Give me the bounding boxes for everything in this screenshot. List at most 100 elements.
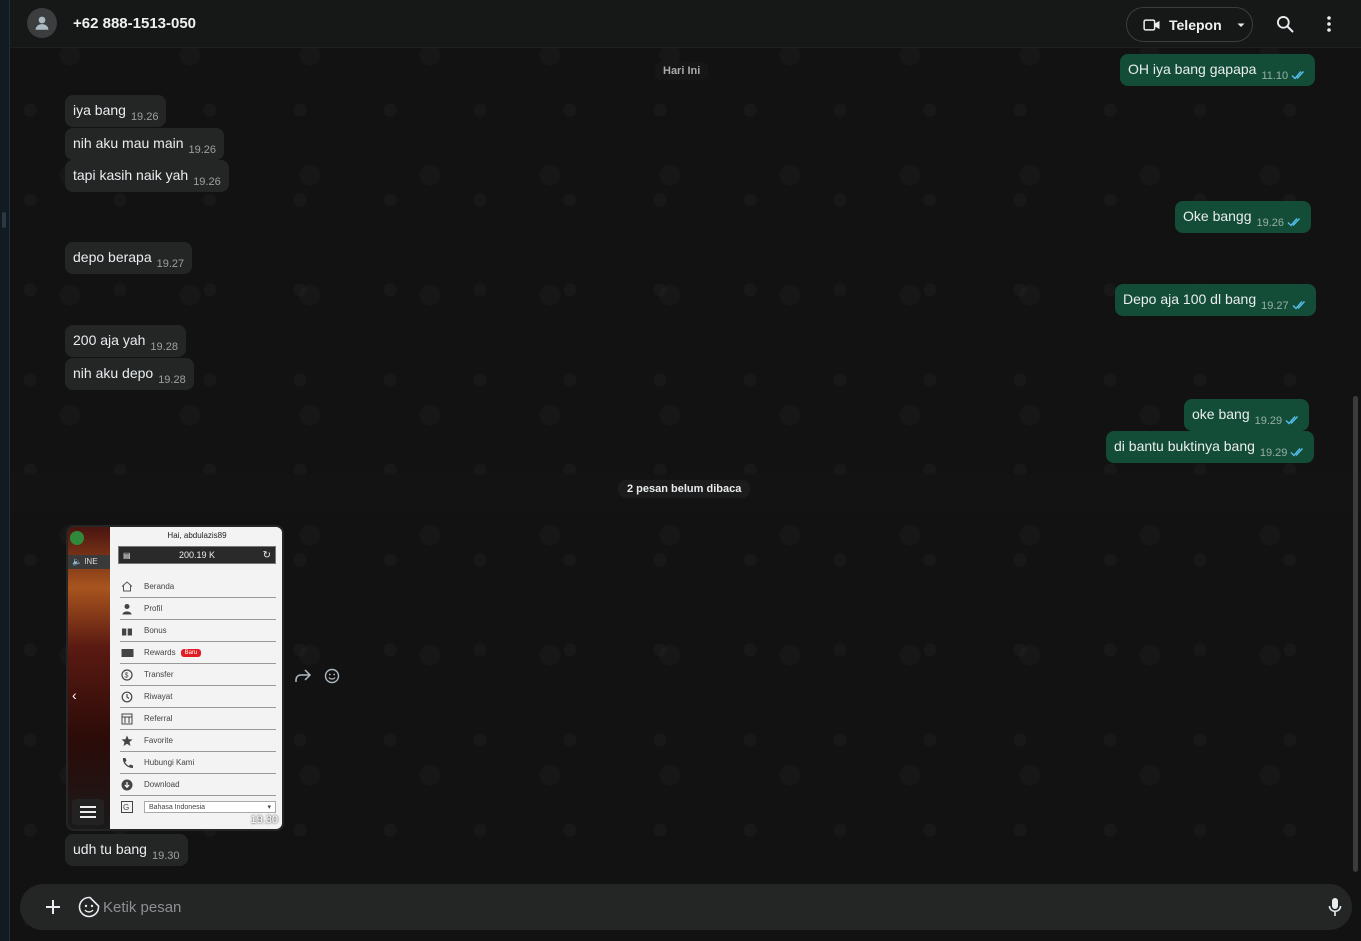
message-text: Depo aja 100 dl bang <box>1123 291 1257 307</box>
menu-row: Profil <box>120 598 276 620</box>
forward-icon[interactable] <box>294 668 312 684</box>
caret-down-icon: ▾ <box>267 804 271 811</box>
double-check-icon <box>1290 448 1304 457</box>
new-badge: Baru <box>180 648 202 657</box>
balance-box: ▤ 200.19 K ↻ <box>118 546 276 564</box>
menu-row: Favorite <box>120 730 276 752</box>
scrollbar-thumb[interactable] <box>1353 396 1358 872</box>
message-text: depo berapa <box>73 249 152 265</box>
message-text: tapi kasih naik yah <box>73 167 189 183</box>
referral-icon <box>120 713 134 725</box>
message-incoming[interactable]: 200 aja yah 19.28 <box>65 325 186 357</box>
message-text: nih aku depo <box>73 365 154 381</box>
svg-text:$: $ <box>125 672 129 679</box>
menu-row: Beranda <box>120 576 276 598</box>
call-button-label: Telepon <box>1169 16 1222 33</box>
sticker-icon[interactable] <box>78 896 100 918</box>
message-actions <box>294 668 340 684</box>
contact-name[interactable]: +62 888-1513-050 <box>73 15 196 32</box>
message-composer <box>20 884 1352 930</box>
video-camera-icon <box>1143 18 1160 31</box>
message-incoming[interactable]: tapi kasih naik yah 19.26 <box>65 160 229 192</box>
message-time: 19.29 <box>1259 447 1288 459</box>
menu-row: Download <box>120 774 276 796</box>
double-check-icon <box>1287 218 1301 227</box>
message-text: 200 aja yah <box>73 332 146 348</box>
message-incoming[interactable]: iya bang 19.26 <box>65 95 167 127</box>
wallet-icon: ▤ <box>123 550 131 560</box>
search-icon <box>1277 16 1294 33</box>
double-check-icon <box>1291 71 1305 80</box>
chevron-down-icon <box>1237 23 1245 27</box>
message-input[interactable] <box>103 892 1283 922</box>
double-check-icon <box>1292 301 1305 310</box>
message-time: 19.27 <box>1261 300 1289 312</box>
left-edge-strip <box>0 0 10 941</box>
green-badge <box>70 531 84 545</box>
message-text: Oke bangg <box>1183 208 1252 224</box>
menu-label: Referral <box>144 714 173 723</box>
menu-row: Hubungi Kami <box>120 752 276 774</box>
emoji-react-icon[interactable] <box>324 668 340 684</box>
message-text: nih aku mau main <box>73 135 184 151</box>
scroll-marker <box>2 212 6 228</box>
menu-label: Hubungi Kami <box>144 758 195 767</box>
user-icon <box>120 603 134 615</box>
chat-header: +62 888-1513-050 Telepon <box>10 0 1361 48</box>
message-text: iya bang <box>73 102 126 118</box>
transfer-icon: $ <box>120 668 134 681</box>
message-time: 19.30 <box>151 850 180 862</box>
message-outgoing[interactable]: Oke bangg 19.26 <box>1175 201 1312 233</box>
phone-icon <box>120 757 134 769</box>
marquee-text: INE <box>84 557 98 566</box>
microphone-icon[interactable] <box>1328 897 1342 917</box>
message-outgoing[interactable]: OH iya bang gapapa 11.10 <box>1120 54 1316 86</box>
more-vertical-icon <box>1327 16 1331 32</box>
menu-row: Rewards Baru <box>120 642 276 664</box>
message-time: 19.26 <box>193 176 221 188</box>
hamburger-menu-icon <box>72 799 104 825</box>
message-time: 19.28 <box>158 374 186 386</box>
menu-label: Download <box>144 780 180 789</box>
balance-value: 200.19 K <box>178 550 216 560</box>
menu-label: Bonus <box>144 626 167 635</box>
message-text: di bantu buktinya bang <box>1114 438 1255 454</box>
avatar[interactable] <box>27 8 57 38</box>
search-button[interactable] <box>1273 12 1297 36</box>
image-message[interactable]: 🔈 INE ‹ Hai, abdulazis89 ▤ 200.19 K ↻ Be… <box>66 525 284 831</box>
message-time: 19.27 <box>156 258 185 270</box>
message-incoming[interactable]: nih aku mau main 19.26 <box>65 128 225 160</box>
menu-button[interactable] <box>1317 12 1341 36</box>
screenshot-menu-list: Beranda Profil Bonus Rewards Baru $ Transf… <box>120 576 276 818</box>
history-icon <box>120 691 134 703</box>
message-incoming[interactable]: depo berapa 19.27 <box>65 242 193 274</box>
message-incoming[interactable]: nih aku depo 19.28 <box>65 358 194 390</box>
menu-label: Riwayat <box>144 692 173 701</box>
language-select: Bahasa Indonesia ▾ <box>144 801 276 813</box>
greeting-text: Hai, abdulazis89 <box>167 531 227 540</box>
default-avatar-icon <box>35 16 49 30</box>
double-check-icon <box>1285 416 1299 425</box>
menu-label: Transfer <box>144 670 174 679</box>
message-outgoing[interactable]: Depo aja 100 dl bang 19.27 <box>1115 284 1316 316</box>
message-text: udh tu bang <box>73 841 147 857</box>
menu-label: Profil <box>144 604 163 613</box>
unread-label: 2 pesan belum dibaca <box>618 480 751 498</box>
ticket-icon <box>120 647 134 659</box>
image-message-time: 19.30 <box>250 814 278 826</box>
home-icon <box>120 581 134 593</box>
speaker-icon: 🔈 <box>72 557 82 566</box>
message-time: 19.26 <box>1256 217 1285 229</box>
plus-icon[interactable] <box>44 898 62 916</box>
call-button[interactable]: Telepon <box>1126 7 1253 42</box>
menu-row: Riwayat <box>120 686 276 708</box>
message-outgoing[interactable]: di bantu buktinya bang 19.29 <box>1106 431 1315 463</box>
language-icon: G <box>120 801 134 813</box>
message-text: OH iya bang gapapa <box>1128 61 1257 77</box>
message-outgoing[interactable]: oke bang 19.29 <box>1184 399 1310 431</box>
message-time: 19.26 <box>130 111 159 123</box>
message-incoming[interactable]: udh tu bang 19.30 <box>65 834 188 866</box>
refresh-icon: ↻ <box>262 549 271 561</box>
message-time: 19.28 <box>150 341 178 353</box>
chat-window: +62 888-1513-050 Telepon Hari Ini OH iya… <box>10 0 1361 941</box>
